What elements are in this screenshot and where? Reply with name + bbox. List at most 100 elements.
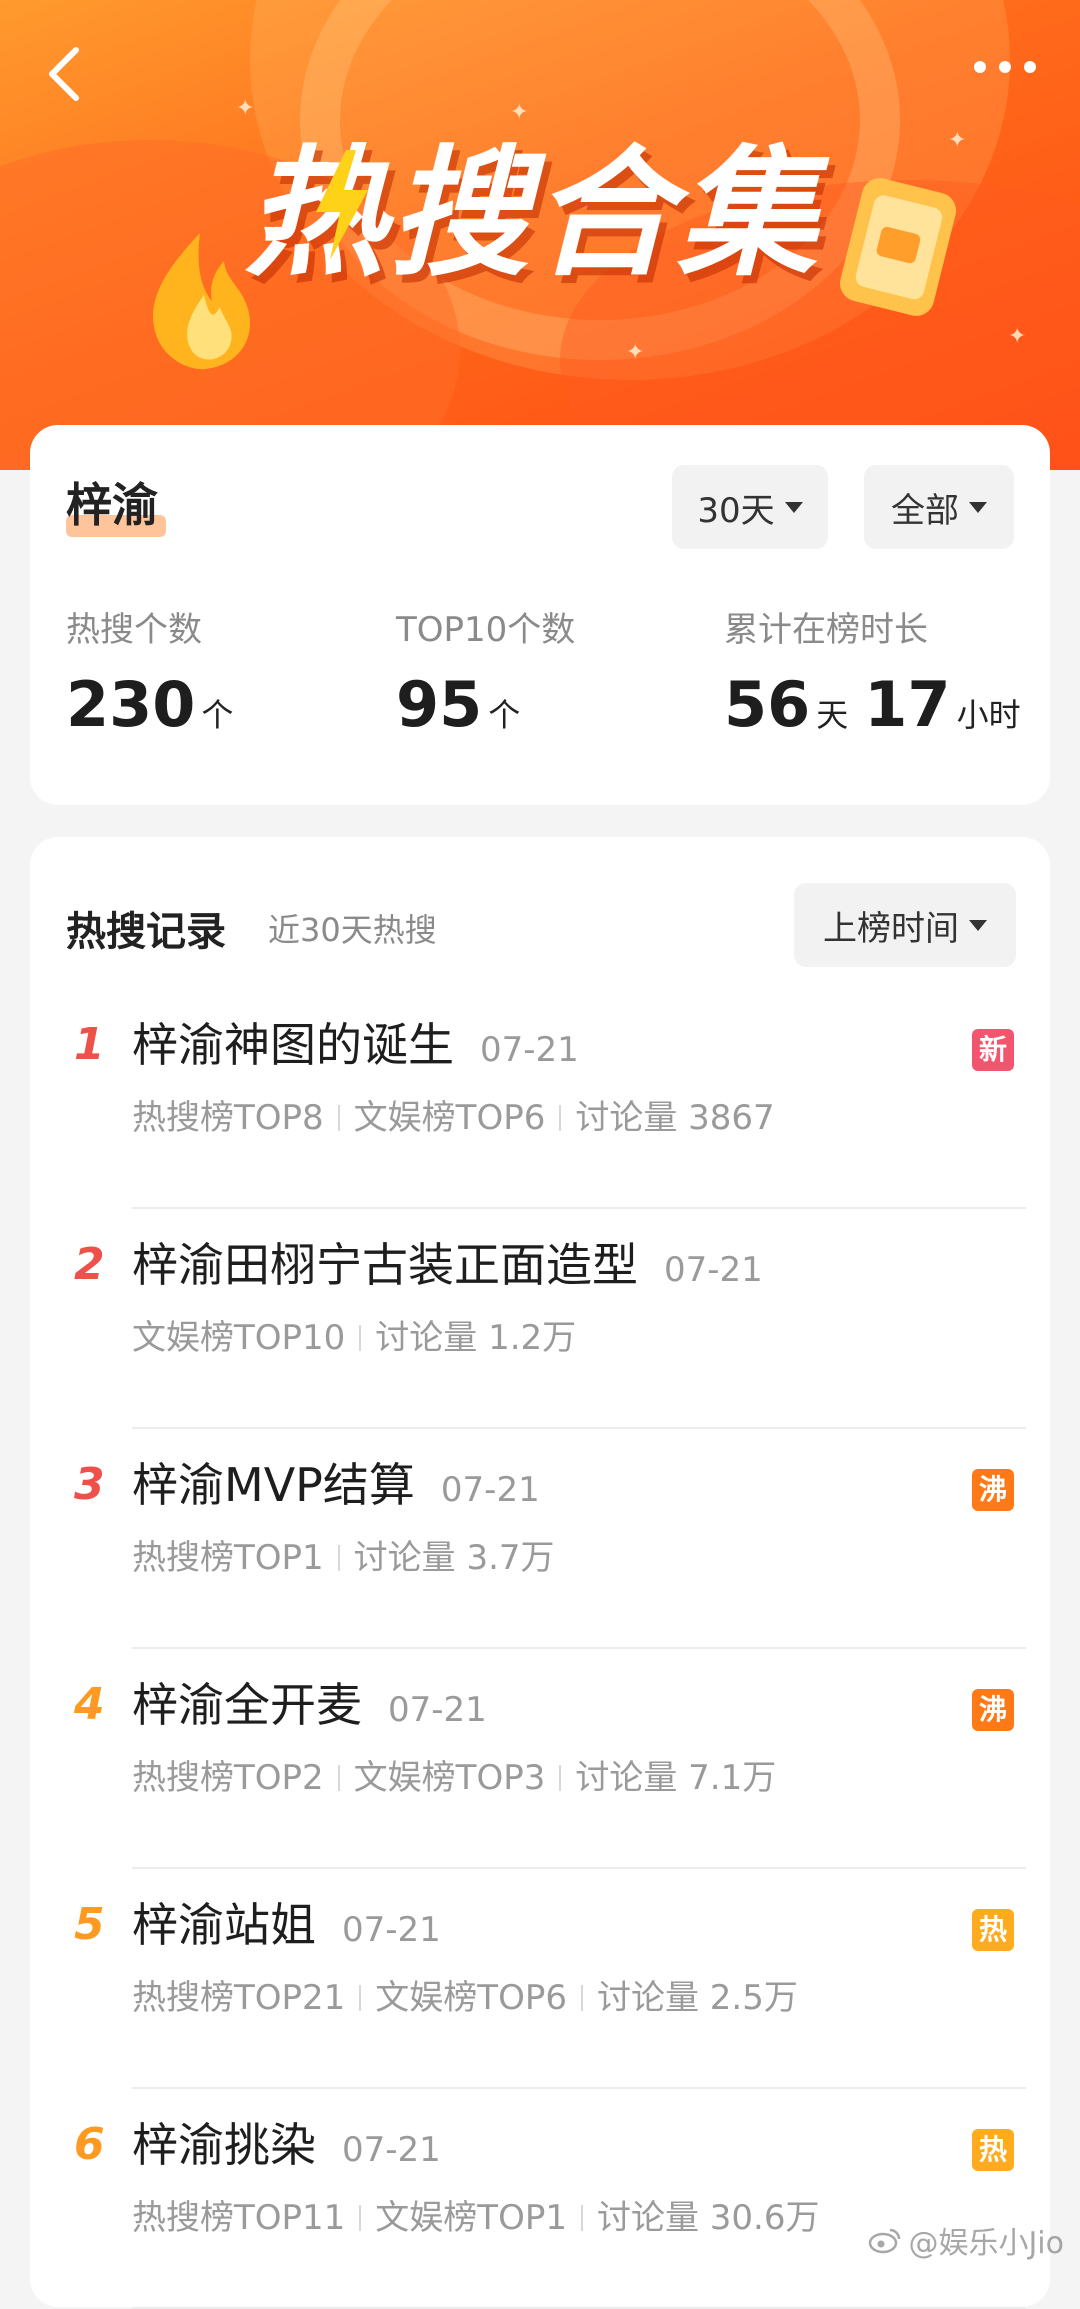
records-title: 热搜记录	[66, 909, 226, 955]
caret-down-icon	[969, 501, 987, 513]
record-rank: 1	[74, 1019, 105, 1070]
sparkle-icon: ✦	[626, 340, 645, 365]
record-meta-item: 文娱榜TOP3	[353, 1758, 546, 1798]
scope-filter-label: 全部	[891, 490, 959, 531]
record-meta-item: 文娱榜TOP6	[375, 1978, 567, 2018]
days-filter-label: 30天	[697, 490, 775, 531]
stat-value: 95	[396, 668, 483, 741]
record-meta-item: 文娱榜TOP10	[132, 1318, 346, 1358]
record-meta-item: 热搜榜TOP11	[132, 2198, 346, 2238]
meta-separator	[580, 1985, 583, 2011]
stat-label: 热搜个数	[66, 610, 202, 650]
stat-value: 230	[66, 668, 196, 741]
stat-label: TOP10个数	[396, 610, 576, 650]
meta-separator	[359, 1985, 362, 2011]
meta-separator	[580, 2205, 583, 2231]
record-title: 梓渝挑染	[132, 2118, 316, 2172]
record-date: 07-21	[342, 1910, 441, 1950]
person-name-text: 梓渝	[66, 478, 158, 532]
meta-separator	[359, 1325, 362, 1351]
scope-filter-dropdown[interactable]: 全部	[864, 465, 1014, 549]
record-date: 07-21	[342, 2130, 441, 2170]
record-item[interactable]: 5 梓渝站姐 07-21 热搜榜TOP21 文娱榜TOP6 讨论量 2.5万 热	[30, 1869, 1050, 2089]
more-button[interactable]	[970, 52, 1040, 82]
record-meta-item: 讨论量 3867	[575, 1098, 775, 1138]
record-tag-badge: 沸	[972, 1469, 1014, 1511]
record-meta-item: 讨论量 7.1万	[575, 1758, 777, 1798]
record-meta: 热搜榜TOP21 文娱榜TOP6 讨论量 2.5万	[132, 1973, 798, 2023]
record-title: 梓渝站姐	[132, 1898, 316, 1952]
record-item[interactable]: 3 梓渝MVP结算 07-21 热搜榜TOP1 讨论量 3.7万 沸	[30, 1429, 1050, 1649]
record-rank: 3	[74, 1459, 105, 1510]
record-date: 07-21	[480, 1030, 579, 1070]
stat-unit: 个	[201, 696, 234, 734]
phone-icon	[840, 178, 956, 316]
record-title: 梓渝神图的诞生	[132, 1018, 454, 1072]
lightning-icon	[316, 150, 368, 260]
meta-separator	[337, 1105, 340, 1131]
record-tag-badge: 热	[972, 2129, 1014, 2171]
record-meta-item: 文娱榜TOP6	[353, 1098, 546, 1138]
record-meta-item: 文娱榜TOP1	[375, 2198, 567, 2238]
record-tag-badge: 沸	[972, 1689, 1014, 1731]
record-meta: 热搜榜TOP1 讨论量 3.7万	[132, 1533, 555, 1583]
sort-label: 上榜时间	[823, 908, 959, 949]
stat-top10-count: TOP10个数 95 个	[396, 605, 575, 743]
more-dots-icon	[974, 61, 1036, 73]
record-date: 07-21	[440, 1470, 540, 1510]
record-title: 梓渝MVP结算	[132, 1458, 415, 1512]
flame-icon	[153, 233, 251, 370]
watermark-text: @娱乐小Jio	[908, 2226, 1064, 2261]
record-rank: 2	[74, 1239, 105, 1290]
record-meta-item: 热搜榜TOP21	[132, 1978, 346, 2018]
record-rank: 4	[74, 1679, 105, 1730]
record-item[interactable]: 6 梓渝挑染 07-21 热搜榜TOP11 文娱榜TOP1 讨论量 30.6万 热	[30, 2089, 1050, 2309]
record-meta: 热搜榜TOP8 文娱榜TOP6 讨论量 3867	[132, 1093, 775, 1143]
meta-separator	[559, 1765, 562, 1791]
record-rank: 5	[74, 1899, 105, 1950]
record-meta: 文娱榜TOP10 讨论量 1.2万	[132, 1313, 576, 1363]
meta-separator	[337, 1765, 340, 1791]
stat-total-duration: 累计在榜时长 56 天 17 小时	[724, 605, 1021, 743]
record-title: 梓渝全开麦	[132, 1678, 362, 1732]
days-filter-dropdown[interactable]: 30天	[672, 465, 828, 549]
meta-separator	[359, 2205, 362, 2231]
stat-hours-value: 17	[864, 668, 951, 741]
caret-down-icon	[969, 919, 987, 931]
caret-down-icon	[784, 501, 803, 513]
record-meta-item: 讨论量 1.2万	[375, 1318, 577, 1358]
weibo-logo-icon	[869, 2228, 901, 2254]
watermark: @娱乐小Jio	[868, 2218, 1064, 2262]
record-meta-item: 热搜榜TOP2	[132, 1758, 324, 1798]
summary-card: 梓渝 30天 全部 热搜个数 230 个 TOP10个数 95 个 累计在榜时长…	[30, 425, 1050, 805]
back-button[interactable]	[38, 38, 98, 108]
stat-unit: 个	[488, 696, 521, 734]
record-title: 梓渝田栩宁古装正面造型	[132, 1238, 638, 1292]
records-list: 1 梓渝神图的诞生 07-21 热搜榜TOP8 文娱榜TOP6 讨论量 3867 新 2 梓渝田…	[30, 989, 1050, 2309]
stat-days-unit: 天	[816, 696, 849, 734]
record-date: 07-21	[388, 1690, 487, 1730]
sort-dropdown[interactable]: 上榜时间	[794, 883, 1016, 967]
record-meta-item: 讨论量 3.7万	[353, 1538, 555, 1578]
record-tag-badge: 热	[972, 1909, 1014, 1951]
record-meta: 热搜榜TOP2 文娱榜TOP3 讨论量 7.1万	[132, 1753, 776, 1803]
header-banner: ✦ ✦ ✦ ✦ ✦ 热搜合集	[0, 0, 1080, 470]
record-item[interactable]: 4 梓渝全开麦 07-21 热搜榜TOP2 文娱榜TOP3 讨论量 7.1万 沸	[30, 1649, 1050, 1869]
meta-separator	[337, 1545, 340, 1571]
records-subtitle: 近30天热搜	[268, 911, 437, 949]
record-meta-item: 讨论量 2.5万	[596, 1978, 798, 2018]
sparkle-icon: ✦	[948, 128, 967, 153]
record-item[interactable]: 2 梓渝田栩宁古装正面造型 07-21 文娱榜TOP10 讨论量 1.2万	[30, 1209, 1050, 1429]
person-name: 梓渝	[66, 475, 166, 545]
record-tag-badge: 新	[972, 1029, 1014, 1071]
stat-hours-unit: 小时	[956, 696, 1021, 734]
stat-days-value: 56	[724, 668, 811, 741]
sparkle-icon: ✦	[1008, 324, 1027, 349]
record-rank: 6	[74, 2119, 105, 2170]
sparkle-icon: ✦	[236, 96, 255, 121]
record-item[interactable]: 1 梓渝神图的诞生 07-21 热搜榜TOP8 文娱榜TOP6 讨论量 3867 新	[30, 989, 1050, 1209]
record-meta: 热搜榜TOP11 文娱榜TOP1 讨论量 30.6万	[132, 2193, 819, 2243]
records-card: 热搜记录 近30天热搜 上榜时间 1 梓渝神图的诞生 07-21 热搜榜TOP8 文娱榜…	[30, 837, 1050, 2309]
record-date: 07-21	[664, 1250, 763, 1290]
stat-hot-search-count: 热搜个数 230 个	[66, 605, 233, 743]
